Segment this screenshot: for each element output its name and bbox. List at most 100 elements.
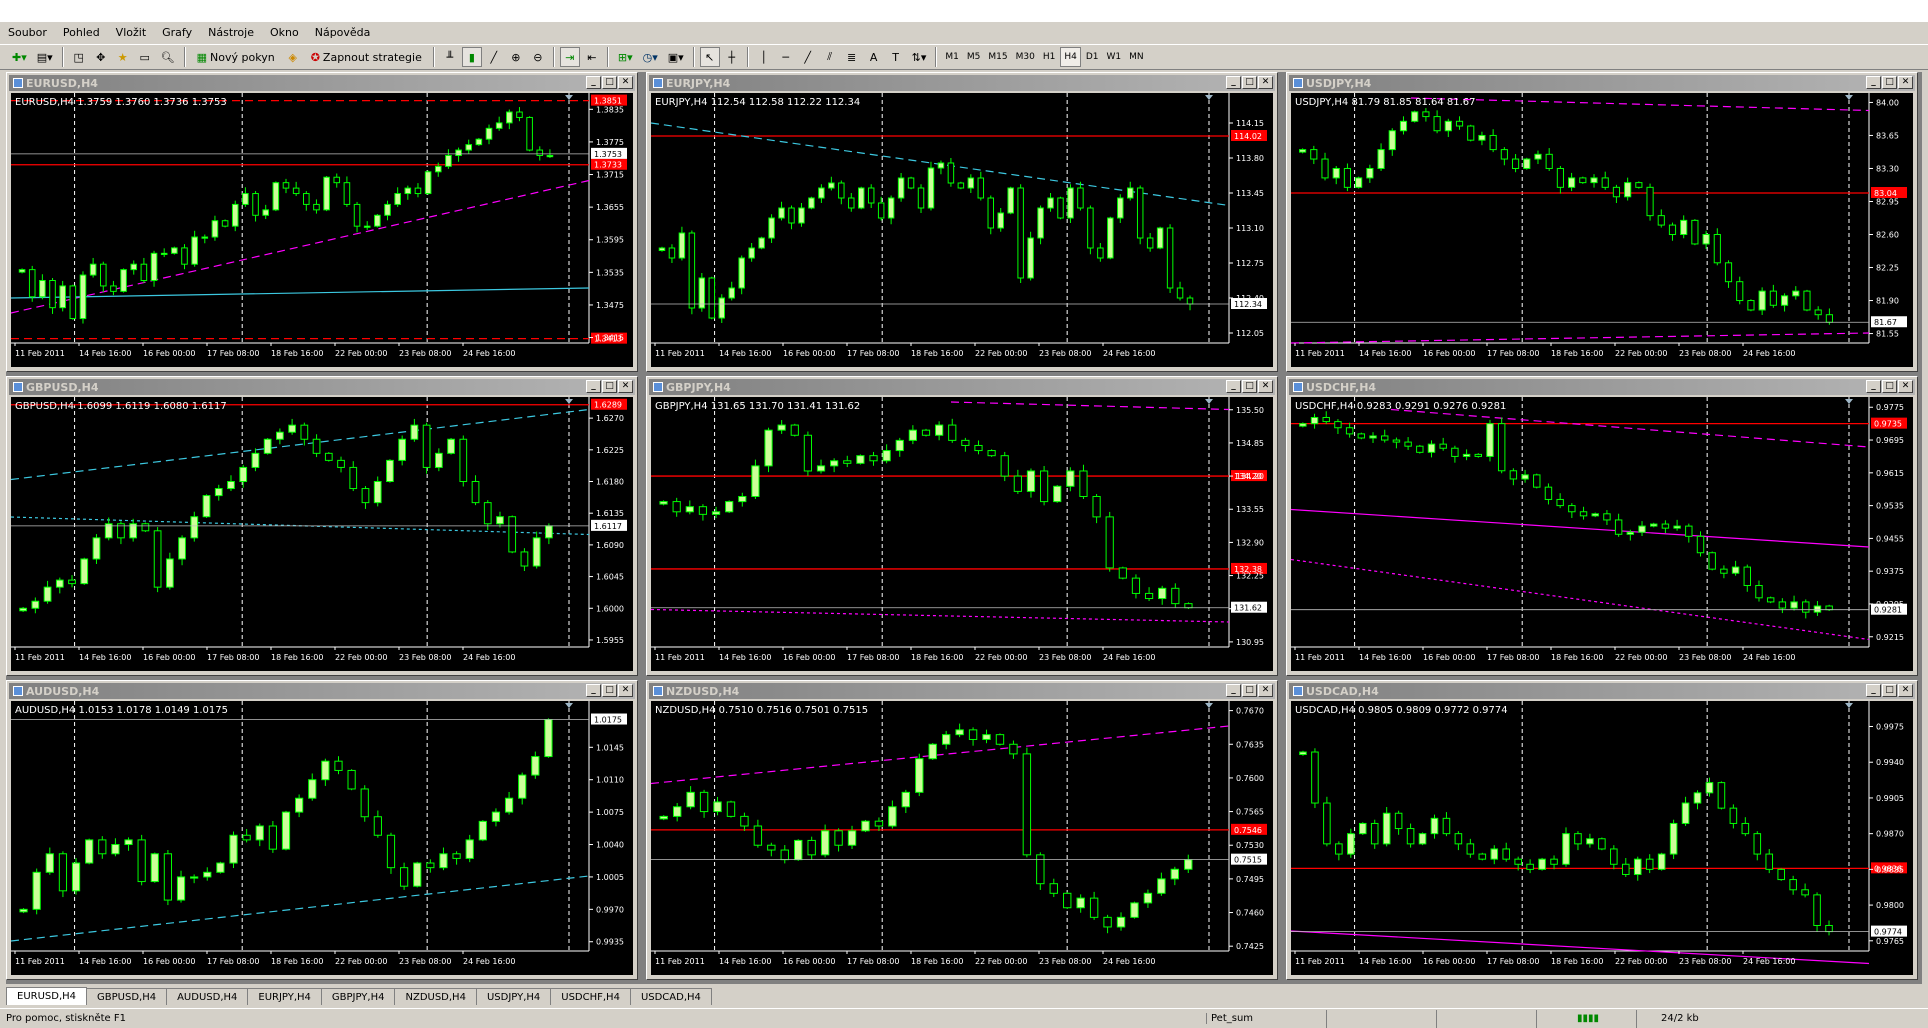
chart-window-title[interactable]: USDCHF,H4 _ □ ✕ [1289, 379, 1915, 395]
shift-triangle-icon[interactable] [1845, 399, 1853, 404]
indicators-icon[interactable]: ⊞▾ [614, 47, 637, 67]
timeframe-mn[interactable]: MN [1126, 47, 1147, 67]
close-button[interactable]: ✕ [618, 684, 633, 697]
chart-tab-usdjpy[interactable]: USDJPY,H4 [475, 988, 552, 1005]
maximize-button[interactable]: □ [602, 380, 617, 393]
chart-window-title[interactable]: GBPUSD,H4 _ □ ✕ [9, 379, 635, 395]
data-window-icon[interactable]: ✥ [91, 47, 111, 67]
market-watch-icon[interactable]: ◳ [69, 47, 89, 67]
new-order-button[interactable]: ▦ Nový pokyn [191, 47, 281, 67]
shift-triangle-icon[interactable] [1845, 95, 1853, 100]
trendline[interactable] [651, 608, 1230, 623]
chart-window-usdchf[interactable]: USDCHF,H4 _ □ ✕ 0.9735 0.9775 0.9695 0.9615… [1286, 376, 1918, 676]
timeframe-m1[interactable]: M1 [942, 47, 962, 67]
text-icon[interactable]: A [864, 47, 884, 67]
fibonacci-icon[interactable]: ≣ [842, 47, 862, 67]
maximize-button[interactable]: □ [1242, 76, 1257, 89]
close-button[interactable]: ✕ [618, 76, 633, 89]
navigator-icon[interactable]: ★ [113, 47, 133, 67]
trendline[interactable] [1291, 332, 1870, 344]
timeframe-m30[interactable]: M30 [1013, 47, 1038, 67]
close-button[interactable]: ✕ [1898, 380, 1913, 393]
menu-grafy[interactable]: Grafy [162, 26, 192, 39]
chart-window-nzdusd[interactable]: NZDUSD,H4 _ □ ✕ 0.7546 0.7670 0.7635 0.7600… [646, 680, 1278, 980]
bar-chart-icon[interactable]: ╨ [440, 47, 460, 67]
shift-triangle-icon[interactable] [1205, 95, 1213, 100]
close-button[interactable]: ✕ [1258, 76, 1273, 89]
minimize-button[interactable]: _ [586, 380, 601, 393]
chart-window-eurusd[interactable]: EURUSD,H4 _ □ ✕ 1.3851 1.3733 1.3413 1.3835… [6, 72, 638, 372]
chart-tab-usdcad[interactable]: USDCAD,H4 [629, 988, 712, 1005]
zoom-in-icon[interactable]: ⊕ [506, 47, 526, 67]
shift-triangle-icon[interactable] [565, 95, 573, 100]
trendline[interactable] [1410, 97, 1870, 112]
expert-advisors-button[interactable]: ✪ Zapnout strategie [305, 47, 428, 67]
chart-window-usdcad[interactable]: USDCAD,H4 _ □ ✕ 0.9836 0.9975 0.9940 0.9905… [1286, 680, 1918, 980]
price-chart[interactable]: 1.3851 1.3733 1.3413 1.3835 1.3775 1.3715 1.36… [11, 93, 633, 367]
shift-triangle-icon[interactable] [1205, 703, 1213, 708]
chart-window-eurjpy[interactable]: EURJPY,H4 _ □ ✕ 114.02 114.15 113.80 113.45… [646, 72, 1278, 372]
shift-triangle-icon[interactable] [565, 399, 573, 404]
chart-tab-gbpjpy[interactable]: GBPJPY,H4 [320, 988, 396, 1005]
shift-triangle-icon[interactable] [1205, 399, 1213, 404]
close-button[interactable]: ✕ [618, 380, 633, 393]
price-chart[interactable]: 0.9836 0.9975 0.9940 0.9905 0.9870 0.9835 0.98… [1291, 701, 1913, 975]
chart-window-gbpjpy[interactable]: GBPJPY,H4 _ □ ✕ 134.20 132.38 135.50 134.85… [646, 376, 1278, 676]
chart-window-title[interactable]: GBPJPY,H4 _ □ ✕ [649, 379, 1275, 395]
vertical-line-icon[interactable]: │ [754, 47, 774, 67]
auto-scroll-icon[interactable]: ⇥ [559, 47, 580, 67]
arrows-icon[interactable]: ⇅▾ [908, 47, 931, 67]
price-chart[interactable]: 0.7546 0.7670 0.7635 0.7600 0.7565 0.7530 0.74… [651, 701, 1273, 975]
menu-vlozit[interactable]: Vložit [116, 26, 146, 39]
close-button[interactable]: ✕ [1898, 684, 1913, 697]
new-chart-icon[interactable]: ✚▾ [8, 47, 31, 67]
timeframe-m15[interactable]: M15 [985, 47, 1010, 67]
chart-window-title[interactable]: USDCAD,H4 _ □ ✕ [1289, 683, 1915, 699]
shift-triangle-icon[interactable] [565, 703, 573, 708]
cursor-icon[interactable]: ↖ [699, 47, 720, 67]
menu-napoveda[interactable]: Nápověda [315, 26, 371, 39]
chart-window-title[interactable]: USDJPY,H4 _ □ ✕ [1289, 75, 1915, 91]
candlestick-chart-icon[interactable]: ▮ [461, 47, 482, 67]
chart-tab-audusd[interactable]: AUDUSD,H4 [166, 988, 249, 1005]
timeframe-h1[interactable]: H1 [1040, 47, 1059, 67]
minimize-button[interactable]: _ [586, 684, 601, 697]
price-chart[interactable]: 1.0145 1.0110 1.0075 1.0040 1.0005 0.9970 0.99… [11, 701, 633, 975]
minimize-button[interactable]: _ [1866, 684, 1881, 697]
price-chart[interactable]: 134.20 132.38 135.50 134.85 134.20 133.55 132.… [651, 397, 1273, 671]
tester-icon[interactable]: 🔍︎ [157, 47, 179, 67]
templates-icon[interactable]: ▣▾ [664, 47, 688, 67]
chart-window-audusd[interactable]: AUDUSD,H4 _ □ ✕ 1.0145 1.0110 1.0075 1.0040… [6, 680, 638, 980]
close-button[interactable]: ✕ [1258, 684, 1273, 697]
chart-tab-eurusd[interactable]: EURUSD,H4 [6, 987, 88, 1005]
close-button[interactable]: ✕ [1898, 76, 1913, 89]
chart-tab-usdchf[interactable]: USDCHF,H4 [550, 988, 631, 1005]
timeframe-w1[interactable]: W1 [1104, 47, 1125, 67]
trendline[interactable] [11, 408, 590, 481]
price-chart[interactable]: 83.04 84.00 83.65 83.30 82.95 82.60 82.25 81.90… [1291, 93, 1913, 367]
minimize-button[interactable]: _ [1226, 380, 1241, 393]
chart-tab-gbpusd[interactable]: GBPUSD,H4 [86, 988, 168, 1005]
menu-nastroje[interactable]: Nástroje [208, 26, 254, 39]
equidistant-channel-icon[interactable]: ⫽ [820, 47, 840, 67]
chart-window-usdjpy[interactable]: USDJPY,H4 _ □ ✕ 83.04 84.00 83.65 83.30 82.9… [1286, 72, 1918, 372]
line-chart-icon[interactable]: ╱ [484, 47, 504, 67]
text-label-icon[interactable]: T [886, 47, 906, 67]
trendline[interactable] [11, 287, 590, 299]
maximize-button[interactable]: □ [1242, 380, 1257, 393]
chart-tab-eurjpy[interactable]: EURJPY,H4 [247, 988, 322, 1005]
close-button[interactable]: ✕ [1258, 380, 1273, 393]
shift-triangle-icon[interactable] [1845, 703, 1853, 708]
timeframe-m5[interactable]: M5 [964, 47, 984, 67]
trendline[interactable] [651, 725, 1230, 785]
menu-pohled[interactable]: Pohled [63, 26, 100, 39]
minimize-button[interactable]: _ [1226, 684, 1241, 697]
maximize-button[interactable]: □ [1882, 76, 1897, 89]
menu-okno[interactable]: Okno [270, 26, 299, 39]
chart-shift-icon[interactable]: ⇤ [582, 47, 602, 67]
maximize-button[interactable]: □ [602, 76, 617, 89]
menu-soubor[interactable]: Soubor [8, 26, 47, 39]
price-chart[interactable]: 0.9735 0.9775 0.9695 0.9615 0.9535 0.9455 0.93… [1291, 397, 1913, 671]
trendline-icon[interactable]: ╱ [798, 47, 818, 67]
metaeditor-icon[interactable]: ◈ [283, 47, 303, 67]
